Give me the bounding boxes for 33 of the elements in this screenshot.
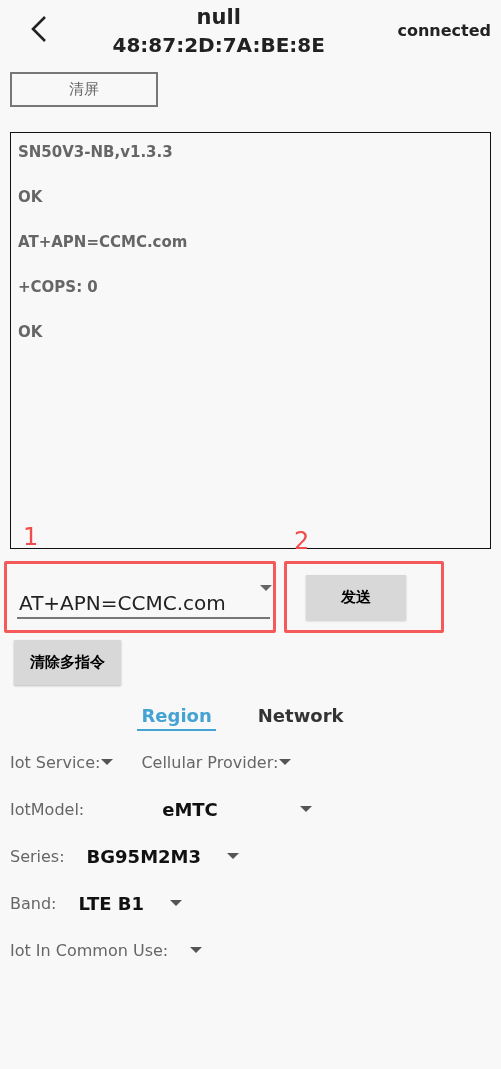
send-button[interactable]: 发送 <box>306 574 406 620</box>
dropdown-caret-icon <box>279 759 292 765</box>
console-line: SN50V3-NB,v1.3.3 <box>18 142 174 163</box>
annotation-number: 2 <box>294 527 310 555</box>
device-address: 48:87:2D:7A:BE:8E <box>111 32 326 59</box>
field-label: Iot In Common Use: <box>10 940 169 960</box>
dropdown-caret-icon <box>190 947 203 953</box>
dropdown-caret-icon <box>101 759 114 765</box>
dropdown-caret-icon <box>170 900 183 906</box>
field-label: IotModel: <box>10 799 85 819</box>
console-line: OK <box>18 322 44 343</box>
back-icon[interactable] <box>30 15 48 43</box>
dropdown[interactable]: eMTC <box>162 798 313 820</box>
device-name: null <box>195 4 242 31</box>
dropdown[interactable] <box>190 947 203 953</box>
dropdown-caret-icon[interactable] <box>260 585 272 591</box>
dropdown[interactable]: BG95M2M3 <box>86 845 239 867</box>
connection-status: connected <box>397 20 491 40</box>
dropdown[interactable]: Iot Service: <box>10 752 114 772</box>
dropdown-caret-icon <box>227 853 239 859</box>
annotation-number: 1 <box>23 523 39 551</box>
dropdown[interactable]: Cellular Provider: <box>141 752 292 772</box>
field-label: Series: <box>10 846 65 866</box>
dropdown[interactable]: LTE B1 <box>78 892 183 914</box>
command-input-field[interactable]: AT+APN=CCMC.com <box>17 581 270 619</box>
console-line: OK <box>18 187 44 208</box>
dropdown-caret-icon <box>300 806 313 812</box>
field-label: Band: <box>10 893 57 913</box>
tab[interactable]: Network <box>253 703 348 731</box>
clear-screen-button[interactable]: 清屏 <box>10 72 158 107</box>
console-line: AT+APN=CCMC.com <box>18 232 189 253</box>
console-line: +COPS: 0 <box>18 277 99 298</box>
clear-commands-button[interactable]: 清除多指令 <box>14 640 121 685</box>
